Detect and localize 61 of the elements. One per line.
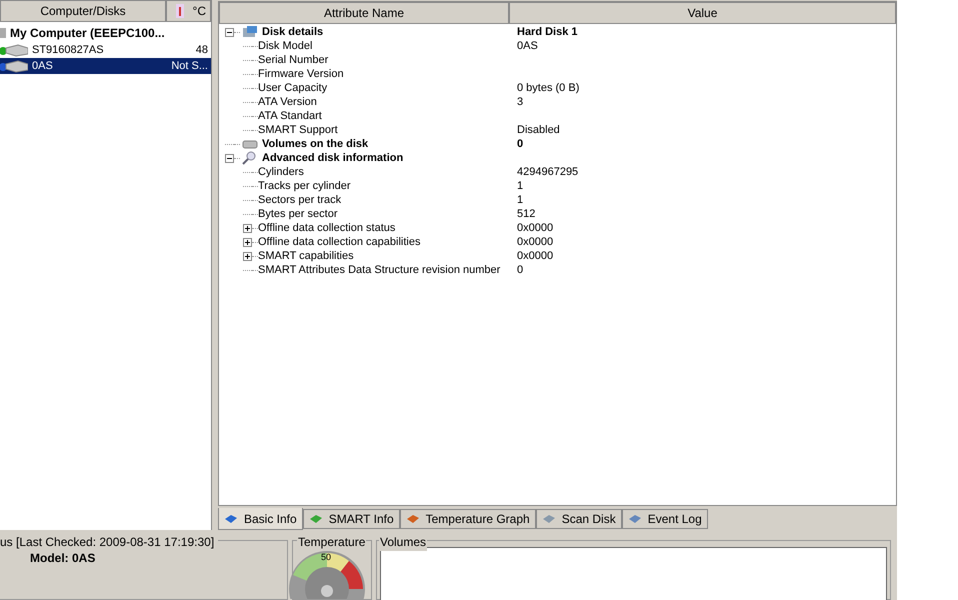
column-header[interactable]: Attribute Name bbox=[219, 2, 509, 24]
tab-icon bbox=[224, 512, 238, 524]
expand-icon[interactable] bbox=[243, 238, 252, 246]
attribute-value: 0x0000 bbox=[517, 248, 554, 264]
attribute-name: Sectors per track bbox=[258, 192, 342, 208]
column-header[interactable]: Value bbox=[509, 2, 896, 24]
tab[interactable]: Temperature Graph bbox=[400, 509, 536, 529]
attribute-name: User Capacity bbox=[258, 80, 328, 96]
disk-item[interactable]: 0AS Not S... bbox=[0, 58, 211, 74]
attribute-value: Hard Disk 1 bbox=[517, 24, 578, 40]
attribute-name: ATA Version bbox=[258, 94, 317, 110]
attribute-value: 0x0000 bbox=[517, 234, 554, 250]
attribute-name: Offline data collection status bbox=[258, 220, 396, 236]
collapse-icon[interactable] bbox=[225, 28, 234, 36]
attribute-name: Cylinders bbox=[258, 164, 304, 180]
attribute-name: SMART capabilities bbox=[258, 248, 354, 264]
attribute-name: Bytes per sector bbox=[258, 206, 338, 222]
attribute-name: ATA Standart bbox=[258, 108, 322, 124]
tab[interactable]: SMART Info bbox=[302, 509, 400, 529]
attribute-value: 4294967295 bbox=[517, 164, 578, 180]
computer-icon bbox=[0, 27, 8, 39]
disk-info-icon bbox=[242, 25, 258, 39]
disk-item[interactable]: ST9160827AS 48 bbox=[0, 42, 211, 58]
thermometer-icon bbox=[174, 4, 185, 18]
column-header[interactable]: Computer/Disks bbox=[0, 0, 166, 22]
tab[interactable]: Scan Disk bbox=[536, 509, 622, 529]
expand-icon[interactable] bbox=[243, 224, 252, 232]
computer-name[interactable]: My Computer (EEEPC100... bbox=[10, 24, 165, 42]
drive-icon bbox=[242, 138, 258, 150]
magnifier-icon bbox=[242, 151, 258, 165]
gauge-label: 50 bbox=[321, 552, 332, 562]
attribute-value: 0x0000 bbox=[517, 220, 554, 236]
attribute-value: 0 bbox=[517, 262, 524, 278]
attribute-name: Serial Number bbox=[258, 52, 328, 68]
group-name: Volumes on the disk bbox=[262, 136, 368, 152]
attribute-name: SMART Support bbox=[258, 122, 338, 138]
attribute-value: 0 bytes (0 B) bbox=[517, 80, 580, 96]
attribute-value: 0 bbox=[517, 136, 524, 152]
tab[interactable]: Basic Info bbox=[218, 508, 303, 530]
attribute-name: Disk Model bbox=[258, 38, 312, 54]
attribute-name: Tracks per cylinder bbox=[258, 178, 351, 194]
group-name: Disk details bbox=[262, 24, 324, 40]
attribute-name: Firmware Version bbox=[258, 66, 344, 82]
attribute-value: 1 bbox=[517, 178, 524, 194]
tab-icon bbox=[542, 513, 556, 525]
attribute-value: 3 bbox=[517, 94, 524, 110]
model-label: Model: 0AS bbox=[30, 550, 96, 567]
column-header[interactable]: °C bbox=[166, 0, 211, 22]
tab[interactable]: Event Log bbox=[622, 509, 708, 529]
attribute-value: 0AS bbox=[517, 38, 538, 54]
tab-icon bbox=[308, 513, 323, 525]
attribute-value: 512 bbox=[517, 206, 536, 222]
expand-icon[interactable] bbox=[243, 252, 252, 260]
attribute-name: Offline data collection capabilities bbox=[258, 234, 420, 250]
attribute-name: SMART Attributes Data Structure revision number bbox=[258, 262, 500, 278]
attribute-value: 1 bbox=[517, 192, 524, 208]
tab-icon bbox=[628, 513, 642, 525]
attribute-value: Disabled bbox=[517, 122, 560, 138]
tab-icon bbox=[406, 513, 420, 525]
collapse-icon[interactable] bbox=[225, 154, 234, 162]
group-name: Advanced disk information bbox=[262, 150, 404, 166]
